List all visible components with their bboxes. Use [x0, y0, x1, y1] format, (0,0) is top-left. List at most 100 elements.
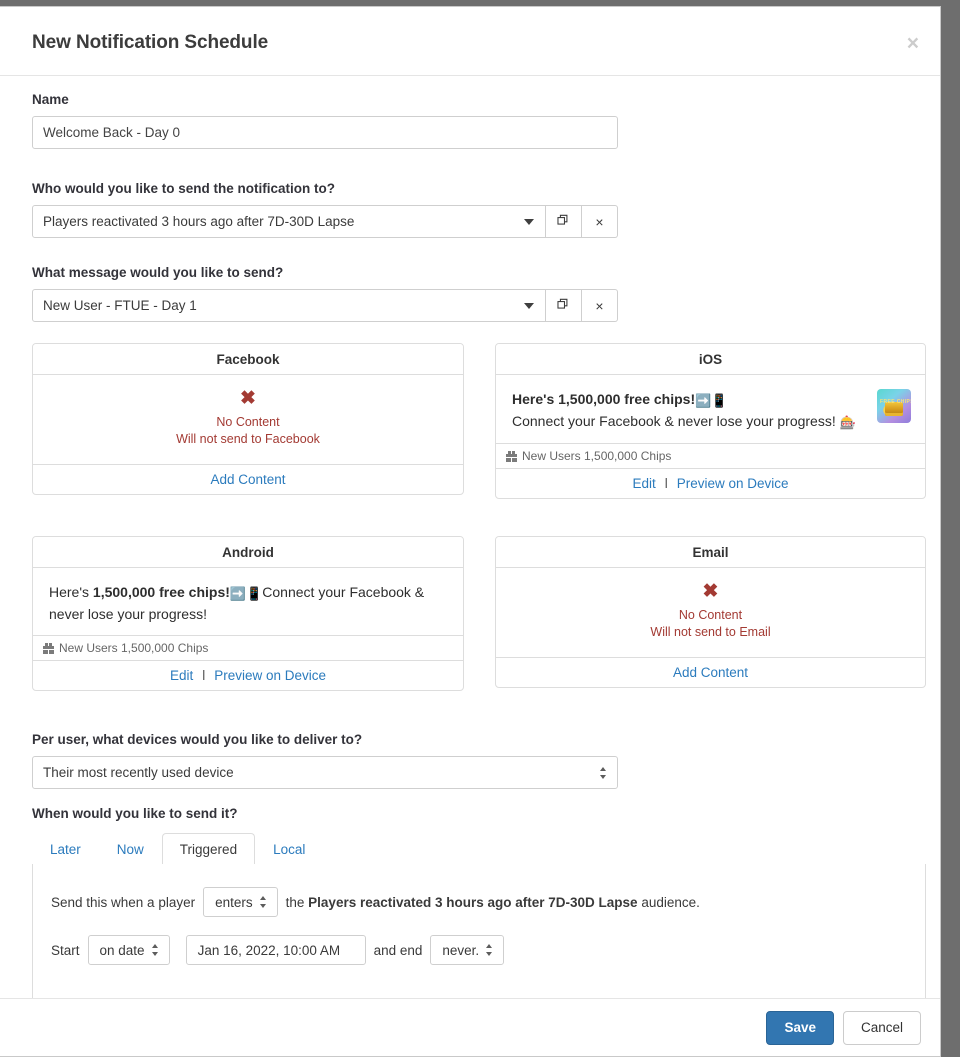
card-footer-email: Add Content	[496, 657, 925, 687]
copy-icon	[557, 214, 570, 230]
ios-message-line-1: Here's 1,500,000 free chips!➡️📱	[512, 389, 909, 411]
spinner-arrows-icon	[259, 895, 267, 909]
audience-label: Who would you like to send the notificat…	[32, 181, 335, 196]
channel-card-ios: iOS Here's 1,500,000 free chips!➡️📱 Conn…	[495, 343, 926, 499]
start-date-input[interactable]: Jan 16, 2022, 10:00 AM	[185, 935, 366, 965]
trigger-window-row: Start on date Jan 16, 2022, 10:00 AM and…	[51, 935, 512, 965]
channel-card-email: Email ✖ No Content Will not send to Emai…	[495, 536, 926, 688]
audience-clear-button[interactable]: ×	[582, 205, 618, 238]
trigger-mid-text: the	[285, 894, 305, 910]
end-label: and end	[373, 942, 423, 958]
trigger-condition-row: Send this when a player enters the Playe…	[51, 887, 700, 917]
message-copy-button[interactable]	[546, 289, 582, 322]
trigger-lead-text: Send this when a player	[51, 894, 196, 910]
edit-link-android[interactable]: Edit	[170, 668, 193, 683]
card-meta-ios: New Users 1,500,000 Chips	[496, 443, 925, 468]
trigger-audience-name: Players reactivated 3 hours ago after 7D…	[308, 894, 638, 910]
card-footer-ios: Edit l Preview on Device	[496, 468, 925, 498]
ios-message-subtext: Connect your Facebook & never lose your …	[512, 413, 836, 429]
android-message-headline: 1,500,000 free chips!	[92, 584, 230, 600]
devices-select[interactable]: Their most recently used device	[32, 756, 618, 789]
save-button[interactable]: Save	[766, 1010, 834, 1045]
when-label: When would you like to send it?	[32, 806, 238, 821]
card-empty-state-facebook: ✖ No Content Will not send to Facebook	[33, 375, 463, 464]
tab-local[interactable]: Local	[255, 833, 323, 865]
message-select[interactable]: New User - FTUE - Day 1	[32, 289, 546, 322]
trigger-tail-text: audience.	[641, 894, 700, 910]
slot-machine-emoji: 🎰	[839, 415, 856, 430]
devices-select-value: Their most recently used device	[43, 765, 234, 780]
tab-triggered[interactable]: Triggered	[161, 833, 256, 865]
no-content-label: No Content	[678, 608, 743, 622]
ios-message-line-2: Connect your Facebook & never lose your …	[512, 411, 909, 433]
audience-copy-button[interactable]	[546, 205, 582, 238]
audience-select-value: Players reactivated 3 hours ago after 7D…	[43, 214, 355, 229]
add-content-link-email[interactable]: Add Content	[673, 665, 748, 680]
channel-card-facebook: Facebook ✖ No Content Will not send to F…	[32, 343, 464, 495]
end-mode-select[interactable]: never.	[430, 935, 505, 965]
no-content-label: No Content	[216, 415, 280, 429]
message-clear-button[interactable]: ×	[582, 289, 618, 322]
close-icon[interactable]: ×	[907, 33, 919, 54]
card-empty-state-email: ✖ No Content Will not send to Email	[496, 568, 925, 657]
schedule-tabs: Later Now Triggered Local	[32, 833, 926, 865]
card-message-android: Here's 1,500,000 free chips!➡️📱Connect y…	[33, 568, 463, 635]
card-title-android: Android	[33, 537, 463, 568]
card-title-email: Email	[496, 537, 925, 568]
trigger-event-value: enters	[215, 894, 253, 910]
android-message-prefix: Here's	[49, 584, 93, 600]
card-title-ios: iOS	[496, 344, 925, 375]
page-title: New Notification Schedule	[32, 32, 269, 53]
name-label: Name	[32, 92, 69, 107]
audience-select[interactable]: Players reactivated 3 hours ago after 7D…	[32, 205, 546, 238]
edit-link-ios[interactable]: Edit	[632, 476, 655, 491]
chevron-down-icon	[524, 218, 534, 225]
card-meta-android: New Users 1,500,000 Chips	[33, 635, 463, 660]
message-select-value: New User - FTUE - Day 1	[43, 298, 197, 313]
card-meta-label-ios: New Users 1,500,000 Chips	[522, 449, 672, 463]
thumbnail-caption: FREE CHIPS	[880, 399, 911, 405]
spinner-arrows-icon	[600, 766, 607, 780]
card-footer-facebook: Add Content	[33, 464, 463, 494]
x-mark-icon: ✖	[702, 581, 719, 602]
gift-icon	[506, 450, 517, 462]
channel-card-android: Android Here's 1,500,000 free chips!➡️📱C…	[32, 536, 464, 691]
preview-on-device-link-android[interactable]: Preview on Device	[214, 668, 326, 683]
message-label: What message would you like to send?	[32, 265, 284, 280]
start-mode-select[interactable]: on date	[87, 935, 170, 965]
card-message-ios: Here's 1,500,000 free chips!➡️📱 Connect …	[496, 375, 925, 443]
new-notification-schedule-modal: New Notification Schedule × Name Who wou…	[0, 6, 941, 1057]
cancel-button[interactable]: Cancel	[842, 1010, 921, 1045]
triggered-panel: Send this when a player enters the Playe…	[32, 864, 926, 1000]
ios-message-headline: Here's 1,500,000 free chips!	[512, 391, 696, 407]
tab-now[interactable]: Now	[99, 833, 162, 865]
modal-footer: Save Cancel	[0, 998, 940, 1056]
start-label: Start	[51, 942, 80, 958]
audience-combo: Players reactivated 3 hours ago after 7D…	[32, 205, 618, 238]
trigger-event-select[interactable]: enters	[203, 887, 278, 917]
add-content-link-facebook[interactable]: Add Content	[210, 472, 285, 487]
end-mode-value: never.	[442, 942, 480, 958]
modal-header: New Notification Schedule ×	[0, 7, 940, 76]
spinner-arrows-icon	[151, 943, 159, 957]
card-footer-android: Edit l Preview on Device	[33, 660, 463, 690]
card-meta-label-android: New Users 1,500,000 Chips	[59, 641, 209, 655]
name-input[interactable]	[32, 116, 618, 149]
devices-label: Per user, what devices would you like to…	[32, 732, 363, 747]
arrow-phone-emoji: ➡️📱	[229, 586, 263, 601]
gift-icon	[43, 642, 54, 654]
will-not-send-label: Will not send to Email	[650, 625, 771, 639]
card-title-facebook: Facebook	[33, 344, 463, 375]
app-thumbnail-image: FREE CHIPS	[877, 389, 911, 423]
footer-separator: l	[664, 476, 668, 491]
footer-separator: l	[202, 668, 206, 683]
message-combo: New User - FTUE - Day 1 ×	[32, 289, 618, 322]
tab-later[interactable]: Later	[32, 833, 99, 865]
spinner-arrows-icon	[486, 943, 493, 957]
copy-icon	[557, 298, 570, 314]
preview-on-device-link-ios[interactable]: Preview on Device	[677, 476, 789, 491]
arrow-phone-emoji: ➡️📱	[695, 393, 728, 408]
start-mode-value: on date	[99, 942, 145, 958]
will-not-send-label: Will not send to Facebook	[176, 432, 320, 446]
x-mark-icon: ✖	[240, 388, 256, 409]
